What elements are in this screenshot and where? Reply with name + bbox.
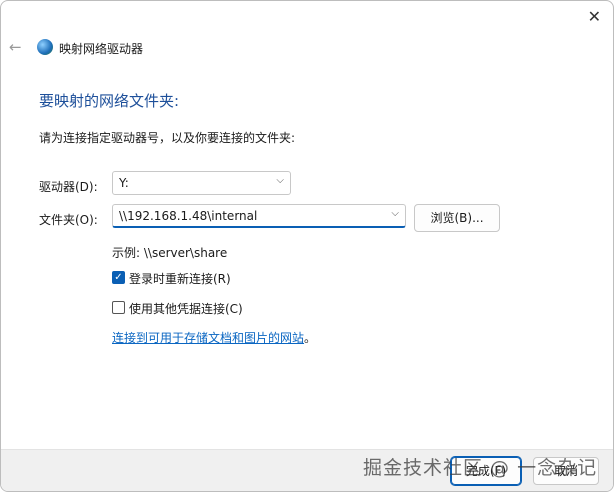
example-text: 示例: \\server\share xyxy=(112,246,228,260)
other-credentials-checkbox[interactable] xyxy=(112,301,125,314)
folder-value: \\192.168.1.48\internal xyxy=(119,209,258,223)
browse-button[interactable]: 浏览(B)... xyxy=(414,204,500,232)
chevron-down-icon: ⌵ xyxy=(276,175,284,186)
link-suffix: 。 xyxy=(304,331,317,345)
back-arrow-icon[interactable]: ← xyxy=(9,38,22,56)
reconnect-checkbox[interactable]: ✓ xyxy=(112,271,125,284)
page-heading: 要映射的网络文件夹: xyxy=(39,92,180,110)
cancel-button[interactable]: 取消 xyxy=(533,457,599,485)
folder-combobox[interactable]: \\192.168.1.48\internal ⌵ xyxy=(112,204,406,228)
connect-website-link[interactable]: 连接到可用于存储文档和图片的网站。 xyxy=(112,329,316,346)
dialog-title: 映射网络驱动器 xyxy=(59,42,144,56)
drive-label: 驱动器(D): xyxy=(39,180,98,194)
map-network-drive-dialog: ✕ ← 映射网络驱动器 要映射的网络文件夹: 请为连接指定驱动器号，以及你要连接… xyxy=(0,0,614,492)
dialog-footer: 完成(F) 取消 xyxy=(1,449,613,491)
folder-label: 文件夹(O): xyxy=(39,213,98,227)
network-drive-icon xyxy=(37,39,53,55)
chevron-down-icon[interactable]: ⌵ xyxy=(391,208,399,219)
reconnect-label[interactable]: 登录时重新连接(R) xyxy=(129,270,231,287)
instruction-text: 请为连接指定驱动器号，以及你要连接的文件夹: xyxy=(39,131,296,145)
link-text[interactable]: 连接到可用于存储文档和图片的网站 xyxy=(112,331,304,345)
drive-select[interactable]: Y: ⌵ xyxy=(112,171,291,195)
other-credentials-label[interactable]: 使用其他凭据连接(C) xyxy=(129,300,243,317)
drive-value: Y: xyxy=(119,176,129,190)
finish-button[interactable]: 完成(F) xyxy=(450,456,522,486)
close-icon[interactable]: ✕ xyxy=(588,7,601,26)
